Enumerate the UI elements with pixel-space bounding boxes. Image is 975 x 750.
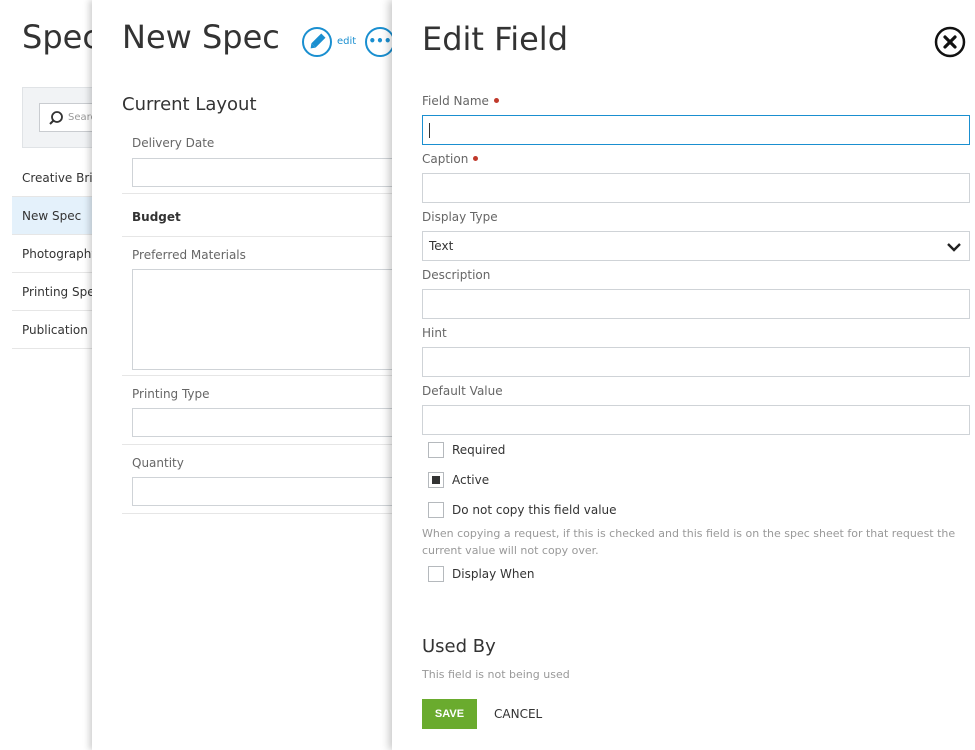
spec-list-title: Spec [22, 18, 100, 56]
display-type-label: Display Type [422, 210, 498, 224]
caption-input[interactable] [422, 173, 970, 203]
checked-indicator [432, 476, 440, 484]
field-name-input[interactable] [422, 115, 970, 145]
display-type-value: Text [429, 239, 454, 253]
description-input[interactable] [422, 289, 970, 319]
layout-row: Quantity [122, 445, 402, 514]
text-caret [429, 123, 430, 138]
required-checkbox-label: Required [452, 443, 506, 457]
no-copy-checkbox[interactable] [428, 502, 444, 518]
field-label: Preferred Materials [132, 248, 246, 262]
default-value-label: Default Value [422, 384, 503, 398]
no-copy-checkbox-label: Do not copy this field value [452, 503, 617, 517]
description-label: Description [422, 268, 491, 282]
default-value-input[interactable] [422, 405, 970, 435]
current-layout-heading: Current Layout [122, 94, 257, 115]
layout-row: Preferred Materials [122, 237, 402, 376]
required-indicator [493, 98, 499, 103]
delivery-date-input[interactable] [132, 158, 402, 187]
no-copy-help-text: When copying a request, if this is check… [422, 527, 956, 557]
active-checkbox-label: Active [452, 473, 490, 487]
edit-button[interactable] [302, 27, 332, 57]
save-button[interactable]: SAVE [422, 699, 477, 729]
hint-input[interactable] [422, 347, 970, 377]
field-name-label: Field Name [422, 94, 499, 108]
display-when-checkbox[interactable] [428, 566, 444, 582]
cancel-button[interactable]: CANCEL [494, 699, 542, 729]
field-label: Printing Type [132, 387, 210, 401]
display-when-checkbox-label: Display When [452, 567, 535, 581]
preferred-materials-textarea[interactable] [132, 269, 402, 370]
edit-field-title: Edit Field [422, 20, 568, 58]
edit-link[interactable]: edit [337, 36, 356, 47]
spec-title: New Spec [122, 18, 280, 56]
edit-field-panel: Edit Field Field Name Caption Display Ty… [392, 0, 975, 750]
section-label: Budget [132, 210, 181, 224]
layout-row: Delivery Date [122, 126, 402, 194]
required-indicator [473, 156, 479, 161]
display-type-select[interactable]: Text [422, 231, 970, 261]
quantity-input[interactable] [132, 477, 402, 506]
close-icon[interactable] [934, 26, 966, 58]
more-options-button[interactable]: ••• [365, 27, 395, 57]
layout-row: Budget [122, 194, 402, 237]
printing-type-input[interactable] [132, 408, 402, 437]
hint-label: Hint [422, 326, 447, 340]
caption-label: Caption [422, 152, 479, 166]
layout-row: Printing Type [122, 376, 402, 445]
required-checkbox[interactable] [428, 442, 444, 458]
pencil-icon [310, 33, 326, 49]
chevron-down-icon [947, 243, 961, 252]
search-icon [49, 111, 63, 125]
active-checkbox[interactable] [428, 472, 444, 488]
used-by-heading: Used By [422, 636, 496, 657]
field-label: Quantity [132, 456, 184, 470]
field-label: Delivery Date [132, 136, 215, 150]
used-by-text: This field is not being used [422, 668, 570, 681]
